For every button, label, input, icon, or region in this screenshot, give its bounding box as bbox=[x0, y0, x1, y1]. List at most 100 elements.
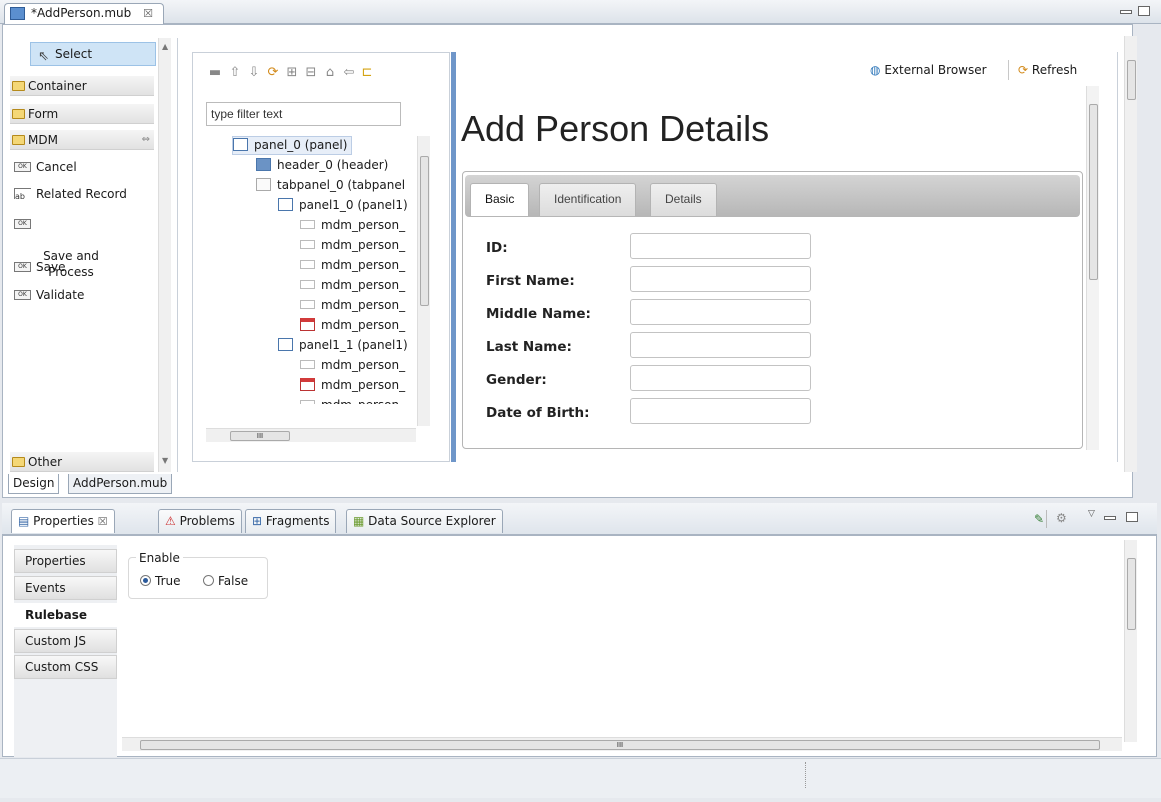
tree-item[interactable]: mdm_person_ bbox=[232, 276, 416, 296]
refresh-label: Refresh bbox=[1031, 63, 1078, 77]
minimize-icon[interactable] bbox=[1120, 10, 1132, 14]
nav-custom-css[interactable]: Custom CSS bbox=[14, 655, 117, 679]
palette-drawer-other[interactable]: Other bbox=[10, 452, 154, 472]
expand-icon[interactable]: ⊞ bbox=[285, 66, 299, 80]
tree-item[interactable]: header_0 (header) bbox=[232, 156, 416, 176]
back-icon[interactable]: ⇦ bbox=[342, 66, 356, 80]
tree-item[interactable]: mdm_person_ bbox=[232, 316, 416, 336]
calendar-icon bbox=[300, 318, 315, 331]
collapse-arrows-icon[interactable]: ⇔ bbox=[142, 130, 150, 150]
last-name-field[interactable] bbox=[630, 332, 811, 358]
view-menu-icon[interactable]: ▽ bbox=[1088, 509, 1095, 519]
properties-hscrollbar[interactable]: III bbox=[122, 737, 1122, 751]
scroll-up-icon[interactable]: ▲ bbox=[162, 42, 168, 51]
close-icon[interactable]: ☒ bbox=[98, 515, 108, 528]
pin-icon[interactable]: ✎ bbox=[1034, 512, 1044, 526]
nav-custom-js[interactable]: Custom JS bbox=[14, 629, 117, 653]
nav-rulebase[interactable]: Rulebase bbox=[14, 603, 117, 627]
outline-hscrollbar[interactable]: III bbox=[206, 428, 416, 442]
palette-item-validate[interactable]: OK Validate bbox=[14, 287, 84, 303]
palette-drawer-mdm[interactable]: MDM ⇔ bbox=[10, 130, 154, 150]
tree-item[interactable]: mdm_person_ bbox=[232, 256, 416, 276]
false-radio[interactable]: False bbox=[203, 574, 248, 588]
tabpanel-icon bbox=[256, 178, 271, 191]
problems-icon: ⚠ bbox=[165, 514, 176, 528]
link-icon[interactable]: ⊏ bbox=[360, 66, 374, 80]
move-up-icon[interactable]: ⇧ bbox=[228, 66, 242, 80]
tree-item[interactable]: panel_0 (panel) bbox=[232, 136, 416, 156]
preview-vscrollbar[interactable] bbox=[1086, 86, 1099, 450]
palette-item-save[interactable]: OK Save bbox=[14, 259, 65, 275]
datasource-icon: ▦ bbox=[353, 514, 365, 528]
id-field[interactable] bbox=[630, 233, 811, 259]
filter-input[interactable] bbox=[206, 102, 401, 126]
scroll-thumb[interactable] bbox=[420, 156, 429, 306]
tree-item[interactable]: mdm_person_ bbox=[232, 376, 416, 396]
tree-item[interactable]: mdm_person_ bbox=[232, 236, 416, 256]
tree-item[interactable]: panel1_0 (panel1) bbox=[232, 196, 416, 216]
palette-select-tool[interactable]: ⇖ Select bbox=[30, 42, 156, 66]
refresh-button[interactable]: ⟳ Refresh bbox=[1018, 63, 1077, 77]
first-name-field[interactable] bbox=[630, 266, 811, 292]
tree-item-label: mdm_person_ bbox=[321, 358, 406, 372]
maximize-icon[interactable] bbox=[1126, 512, 1138, 522]
properties-vscrollbar[interactable] bbox=[1124, 540, 1137, 742]
maximize-icon[interactable] bbox=[1138, 6, 1150, 16]
collapse-icon[interactable]: ⊟ bbox=[304, 66, 318, 80]
editor-tab[interactable]: *AddPerson.mub ☒ bbox=[4, 3, 164, 24]
tab-properties[interactable]: ▤ Properties ☒ bbox=[11, 509, 115, 533]
tab-basic[interactable]: Basic bbox=[470, 183, 530, 216]
tab-identification[interactable]: Identification bbox=[539, 183, 637, 216]
radio-label: True bbox=[155, 574, 181, 588]
tree-item-label: mdm_person_ bbox=[321, 258, 406, 272]
source-tab[interactable]: AddPerson.mub bbox=[68, 474, 173, 494]
tab-label: Data Source Explorer bbox=[368, 514, 496, 528]
middle-name-field[interactable] bbox=[630, 299, 811, 325]
view-settings-icon[interactable]: ⚙ bbox=[1056, 511, 1067, 525]
field-icon bbox=[300, 300, 315, 309]
tree-item[interactable]: mdm_person_ bbox=[232, 296, 416, 316]
scroll-thumb[interactable]: III bbox=[230, 431, 290, 441]
scroll-thumb[interactable] bbox=[1127, 558, 1136, 630]
tab-fragments[interactable]: ⊞ Fragments bbox=[245, 509, 337, 533]
collapse-all-icon[interactable]: ▬ bbox=[208, 66, 222, 80]
tree-item[interactable]: panel1_1 (panel1) bbox=[232, 336, 416, 356]
folder-icon bbox=[12, 457, 25, 467]
move-down-icon[interactable]: ⇩ bbox=[247, 66, 261, 80]
sync-icon[interactable]: ⟳ bbox=[266, 66, 280, 80]
palette-item-related-record[interactable]: ab Related Record bbox=[14, 186, 127, 202]
scroll-thumb[interactable]: III bbox=[140, 740, 1100, 750]
external-browser-button[interactable]: ◍ External Browser bbox=[870, 63, 987, 77]
tab-data-source-explorer[interactable]: ▦ Data Source Explorer bbox=[346, 509, 503, 533]
outline-vscrollbar[interactable] bbox=[417, 136, 430, 426]
palette-drawer-form[interactable]: Form bbox=[10, 104, 154, 124]
scroll-down-icon[interactable]: ▼ bbox=[162, 456, 168, 465]
tab-details[interactable]: Details bbox=[650, 183, 717, 216]
tree-item-selected[interactable]: panel_0 (panel) bbox=[232, 136, 353, 155]
date-of-birth-field[interactable] bbox=[630, 398, 811, 424]
home-icon[interactable]: ⌂ bbox=[323, 66, 337, 80]
scroll-thumb[interactable] bbox=[1127, 60, 1136, 100]
status-bar bbox=[0, 758, 1161, 798]
tree-item-label: tabpanel_0 (tabpanel bbox=[277, 178, 406, 192]
scroll-thumb[interactable] bbox=[1089, 104, 1098, 280]
palette-drawer-container[interactable]: Container bbox=[10, 76, 154, 96]
editor-vscrollbar[interactable] bbox=[1124, 36, 1137, 472]
tree-item[interactable]: tabpanel_0 (tabpanel bbox=[232, 176, 416, 196]
palette-scrollbar[interactable]: ▲ ▼ bbox=[158, 38, 171, 472]
tree-item[interactable]: mdm_person_ bbox=[232, 356, 416, 376]
tab-problems[interactable]: ⚠ Problems bbox=[158, 509, 242, 533]
minimize-icon[interactable] bbox=[1104, 516, 1116, 520]
tree-item[interactable]: mdm_person_ bbox=[232, 216, 416, 236]
design-tab[interactable]: Design bbox=[8, 474, 60, 494]
palette-item-cancel[interactable]: OK Cancel bbox=[14, 159, 77, 175]
nav-events[interactable]: Events bbox=[14, 576, 117, 600]
true-radio[interactable]: True bbox=[140, 574, 181, 588]
gender-field[interactable] bbox=[630, 365, 811, 391]
nav-properties[interactable]: Properties bbox=[14, 549, 117, 573]
drawer-label: Other bbox=[28, 455, 63, 469]
tree-item-label: panel_0 (panel) bbox=[254, 138, 348, 152]
close-icon[interactable]: ☒ bbox=[143, 7, 153, 20]
tree-item[interactable]: mdm_person bbox=[232, 396, 416, 404]
outline-tree: panel_0 (panel) header_0 (header) tabpan… bbox=[232, 136, 416, 426]
